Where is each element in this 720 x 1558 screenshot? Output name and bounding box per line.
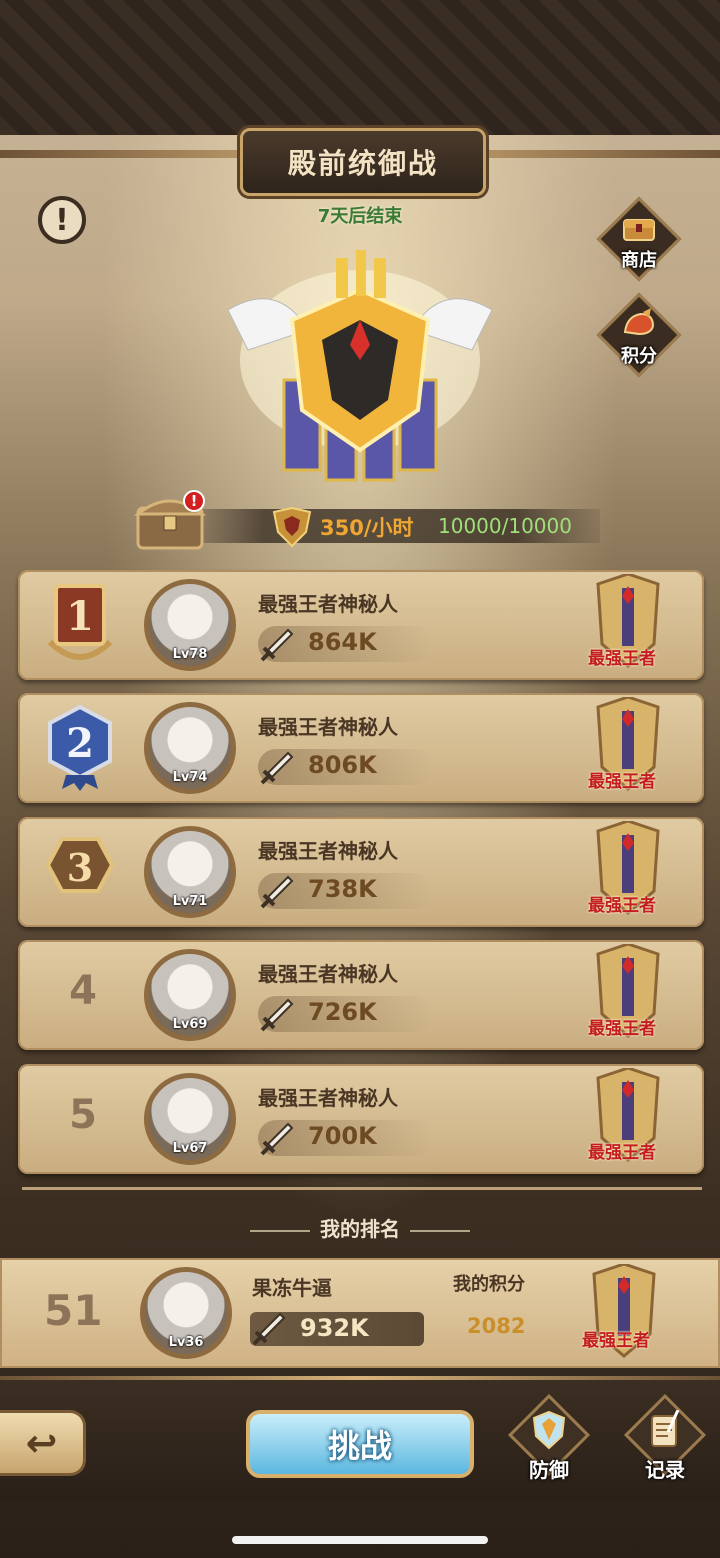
player-name: 最强王者神秘人 — [258, 1086, 398, 1110]
rank-crest-icon — [272, 506, 312, 548]
sword-icon — [260, 875, 294, 909]
avatar[interactable]: Lv67 — [144, 1073, 236, 1165]
avatar[interactable]: Lv71 — [144, 826, 236, 918]
avatar[interactable]: Lv74 — [144, 702, 236, 794]
my-player-name: 果冻牛逼 — [252, 1276, 332, 1300]
sword-icon — [260, 998, 294, 1032]
rank-3-badge-icon: 3 — [45, 837, 115, 893]
player-level: Lv67 — [172, 1141, 208, 1156]
tier-label: 最强王者 — [588, 772, 656, 792]
my-rank-heading-label: 我的排名 — [320, 1217, 400, 1241]
my-score-label: 我的积分 — [453, 1274, 525, 1295]
ranking-row[interactable]: 3 Lv71 最强王者神秘人 738K 最强王者 — [18, 817, 704, 927]
tier-label: 最强王者 — [588, 896, 656, 916]
points-label: 积分 — [621, 346, 657, 367]
shield-icon — [532, 1410, 566, 1450]
player-level: Lv78 — [172, 647, 208, 662]
my-avatar[interactable]: Lv36 — [140, 1267, 232, 1359]
avatar[interactable]: Lv78 — [144, 579, 236, 671]
challenge-button[interactable]: 挑战 — [246, 1410, 474, 1478]
my-rank-row[interactable]: 51 Lv36 果冻牛逼 932K 我的积分 2082 最强王者 — [0, 1258, 720, 1368]
records-button[interactable]: 记录 — [618, 1393, 710, 1490]
chest-icon — [623, 219, 655, 241]
tier-label: 最强王者 — [588, 1019, 656, 1039]
player-level: Lv69 — [172, 1017, 208, 1032]
ranking-row[interactable]: 2 Lv74 最强王者神秘人 806K 最强王者 — [18, 693, 704, 803]
player-name: 最强王者神秘人 — [258, 839, 398, 863]
rank-number: 5 — [69, 1092, 97, 1138]
combat-power: 726K — [308, 998, 377, 1026]
avatar[interactable]: Lv69 — [144, 949, 236, 1041]
tier-label: 最强王者 — [588, 649, 656, 669]
records-label: 记录 — [645, 1458, 685, 1482]
my-score-value: 2082 — [467, 1314, 526, 1338]
combat-power: 864K — [308, 628, 377, 656]
back-arrow-icon: ↩ — [25, 1421, 58, 1465]
back-button[interactable]: ↩ — [0, 1410, 86, 1476]
rank-1-badge-icon: 1 — [47, 584, 113, 660]
svg-text:3: 3 — [67, 845, 93, 890]
chest-alert-badge: ! — [183, 490, 205, 512]
my-rank-number: 51 — [44, 1286, 103, 1335]
exclamation-icon: ! — [55, 202, 69, 238]
list-divider — [22, 1187, 702, 1190]
points-button[interactable]: 积分 — [596, 292, 682, 378]
defense-label: 防御 — [529, 1458, 569, 1482]
tier-label: 最强王者 — [582, 1331, 650, 1351]
my-rank-heading: 我的排名 — [0, 1213, 720, 1242]
top-pattern — [0, 0, 720, 135]
player-level: Lv71 — [172, 894, 208, 909]
page-title: 殿前统御战 — [240, 128, 486, 196]
shop-label: 商店 — [621, 250, 657, 271]
ranking-row[interactable]: 5 Lv67 最强王者神秘人 700K 最强王者 — [18, 1064, 704, 1174]
rank-number: 4 — [69, 968, 97, 1014]
shop-button[interactable]: 商店 — [596, 196, 682, 282]
tier-label: 最强王者 — [588, 1143, 656, 1163]
sword-icon — [252, 1312, 286, 1346]
my-level: Lv36 — [168, 1335, 204, 1350]
home-indicator[interactable] — [232, 1536, 488, 1544]
svg-text:1: 1 — [66, 593, 94, 640]
player-name: 最强王者神秘人 — [258, 715, 398, 739]
svg-text:2: 2 — [66, 720, 94, 767]
sword-icon — [260, 628, 294, 662]
sword-icon — [260, 751, 294, 785]
rank-emblem-icon — [227, 250, 493, 482]
defense-button[interactable]: 防御 — [502, 1393, 594, 1490]
combat-power: 738K — [308, 875, 377, 903]
my-combat-power: 932K — [300, 1314, 369, 1342]
scroll-quill-icon — [651, 1410, 680, 1447]
rank-2-badge-icon: 2 — [48, 705, 112, 791]
combat-power: 700K — [308, 1122, 377, 1150]
ranking-row[interactable]: 1 Lv78 最强王者神秘人 864K 最强王者 — [18, 570, 704, 680]
points-icon — [623, 308, 655, 336]
player-level: Lv74 — [172, 770, 208, 785]
info-button[interactable]: ! — [38, 196, 86, 244]
reward-capacity: 10000/10000 — [438, 514, 572, 538]
reward-rate: 350/小时 — [320, 516, 414, 540]
combat-power: 806K — [308, 751, 377, 779]
player-name: 最强王者神秘人 — [258, 962, 398, 986]
player-name: 最强王者神秘人 — [258, 592, 398, 616]
sword-icon — [260, 1122, 294, 1156]
ranking-row[interactable]: 4 Lv69 最强王者神秘人 726K 最强王者 — [18, 940, 704, 1050]
